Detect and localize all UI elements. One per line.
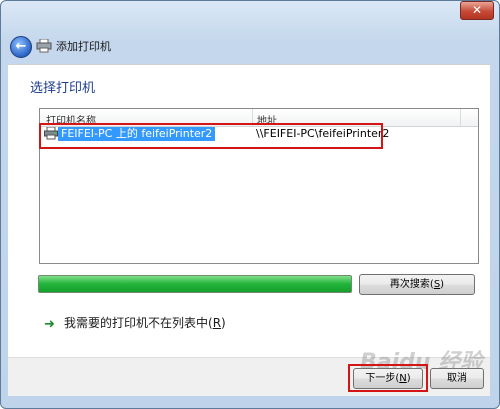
search-again-suffix: ) (440, 279, 445, 290)
link-suffix: ) (221, 316, 226, 330)
printer-row-name[interactable]: FEIFEI-PC 上的 feifeiPrinter2 (58, 127, 216, 141)
arrow-right-icon: ➜ (44, 317, 55, 332)
column-separator[interactable] (252, 109, 253, 126)
back-button[interactable]: ← (10, 36, 32, 58)
back-arrow-icon: ← (15, 39, 27, 54)
cancel-button[interactable]: 取消 (430, 368, 484, 389)
progress-fill (39, 276, 351, 292)
link-label: 我需要的打印机不在列表中( (64, 316, 213, 330)
column-header-name[interactable]: 打印机名称 (46, 112, 96, 127)
next-accelerator: N (399, 373, 407, 384)
printer-not-listed-link[interactable]: 我需要的打印机不在列表中(R) (64, 314, 226, 331)
printer-icon (44, 127, 58, 140)
wizard-title: 添加打印机 (56, 40, 111, 53)
link-accelerator: R (212, 316, 222, 330)
close-button[interactable]: ✕ (460, 1, 494, 20)
search-progress-bar (38, 275, 352, 293)
wizard-header: ← 添加打印机 (8, 30, 488, 60)
column-header-address[interactable]: 地址 (257, 112, 277, 127)
next-label: 下一步( (365, 373, 400, 384)
page-title: 选择打印机 (30, 81, 96, 96)
search-again-button[interactable]: 再次搜索(S) (359, 274, 475, 295)
printer-row-address[interactable]: \\FEIFEI-PC\feifeiPrinter2 (256, 127, 389, 141)
list-header: 打印机名称 地址 (40, 109, 478, 127)
printer-icon (36, 39, 52, 53)
next-suffix: ) (406, 373, 411, 384)
cancel-label: 取消 (447, 373, 467, 384)
search-again-label: 再次搜索( (389, 279, 434, 290)
column-separator[interactable] (460, 109, 461, 126)
next-button[interactable]: 下一步(N) (353, 368, 423, 389)
